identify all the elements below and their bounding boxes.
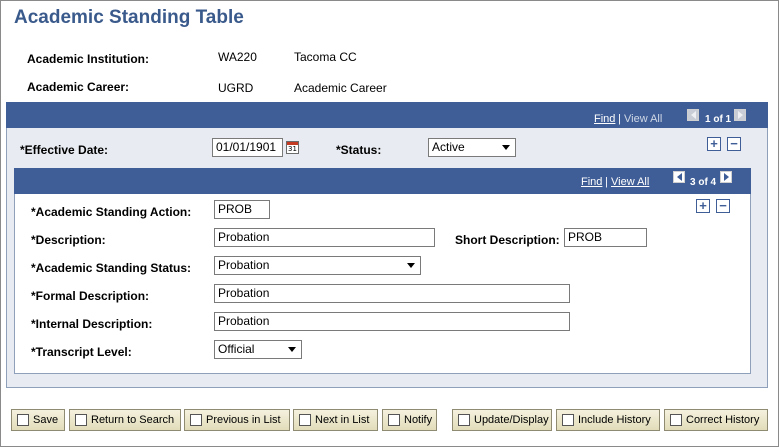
status-select-value: Active <box>432 140 465 154</box>
inner-find-link[interactable]: Find <box>581 176 602 188</box>
inner-prev-arrow-icon[interactable] <box>673 171 685 183</box>
outer-find-link[interactable]: Find <box>594 113 615 125</box>
update-display-button[interactable]: Update/Display <box>452 409 552 431</box>
save-icon <box>17 414 29 426</box>
formal-description-input[interactable]: Probation <box>214 284 570 303</box>
transcript-level-value: Official <box>218 342 255 356</box>
chevron-down-icon <box>288 347 296 352</box>
calendar-icon[interactable] <box>286 141 299 154</box>
standing-status-select[interactable]: Probation <box>214 256 421 275</box>
correct-history-label: Correct History <box>686 414 760 426</box>
institution-name: Tacoma CC <box>294 50 357 64</box>
outer-view-all-text: View All <box>624 113 663 125</box>
status-label: *Status: <box>336 143 382 157</box>
previous-in-list-label: Previous in List <box>206 414 281 426</box>
short-description-input[interactable]: PROB <box>564 228 647 247</box>
inner-view-all-link[interactable]: View All <box>611 176 649 188</box>
chevron-down-icon <box>407 263 415 268</box>
standing-status-label: *Academic Standing Status: <box>31 261 192 275</box>
status-select[interactable]: Active <box>428 138 516 157</box>
save-button[interactable]: Save <box>11 409 65 431</box>
update-display-label: Update/Display <box>474 414 549 426</box>
description-label: *Description: <box>31 233 106 247</box>
next-in-list-button[interactable]: Next in List <box>293 409 378 431</box>
standing-action-input[interactable]: PROB <box>214 200 270 219</box>
page-title: Academic Standing Table <box>14 7 244 28</box>
inner-next-arrow-icon[interactable] <box>720 171 732 183</box>
add-action-row-icon[interactable]: + <box>696 199 710 213</box>
history-icon <box>562 414 574 426</box>
include-history-label: Include History <box>578 414 651 426</box>
previous-icon <box>190 414 202 426</box>
career-label: Academic Career: <box>27 80 130 94</box>
previous-in-list-button[interactable]: Previous in List <box>184 409 290 431</box>
outer-next-arrow-icon <box>734 109 746 121</box>
effective-date-input[interactable]: 01/01/1901 <box>212 138 283 157</box>
notify-icon <box>388 414 400 426</box>
transcript-level-select[interactable]: Official <box>214 340 302 359</box>
notify-button[interactable]: Notify <box>382 409 437 431</box>
correct-history-icon <box>670 414 682 426</box>
standing-status-value: Probation <box>218 258 270 272</box>
add-row-icon[interactable]: + <box>707 137 721 151</box>
chevron-down-icon <box>502 145 510 150</box>
career-code: UGRD <box>218 81 254 95</box>
outer-row-count: 1 of 1 <box>705 114 732 125</box>
institution-code: WA220 <box>218 50 257 64</box>
standing-action-label: *Academic Standing Action: <box>31 205 192 219</box>
formal-description-label: *Formal Description: <box>31 289 150 303</box>
internal-description-input[interactable]: Probation <box>214 312 570 331</box>
next-icon <box>299 414 311 426</box>
next-in-list-label: Next in List <box>315 414 370 426</box>
outer-prev-arrow-icon <box>687 109 699 121</box>
short-description-label: Short Description: <box>455 233 560 247</box>
outer-nav-separator: | <box>618 113 621 125</box>
inner-nav-separator: | <box>605 176 608 188</box>
delete-action-row-icon[interactable]: − <box>716 199 730 213</box>
institution-label: Academic Institution: <box>27 52 150 66</box>
effective-date-label: *Effective Date: <box>20 143 109 157</box>
include-history-button[interactable]: Include History <box>556 409 660 431</box>
notify-label: Notify <box>404 414 433 426</box>
internal-description-label: *Internal Description: <box>31 317 153 331</box>
search-icon <box>75 414 87 426</box>
description-input[interactable]: Probation <box>214 228 435 247</box>
delete-row-icon[interactable]: − <box>727 137 741 151</box>
correct-history-button[interactable]: Correct History <box>664 409 768 431</box>
return-to-search-label: Return to Search <box>91 414 175 426</box>
return-to-search-button[interactable]: Return to Search <box>69 409 181 431</box>
inner-row-count: 3 of 4 <box>690 177 717 188</box>
update-icon <box>458 414 470 426</box>
career-name: Academic Career <box>294 81 387 95</box>
save-button-label: Save <box>33 414 59 426</box>
transcript-level-label: *Transcript Level: <box>31 345 132 359</box>
